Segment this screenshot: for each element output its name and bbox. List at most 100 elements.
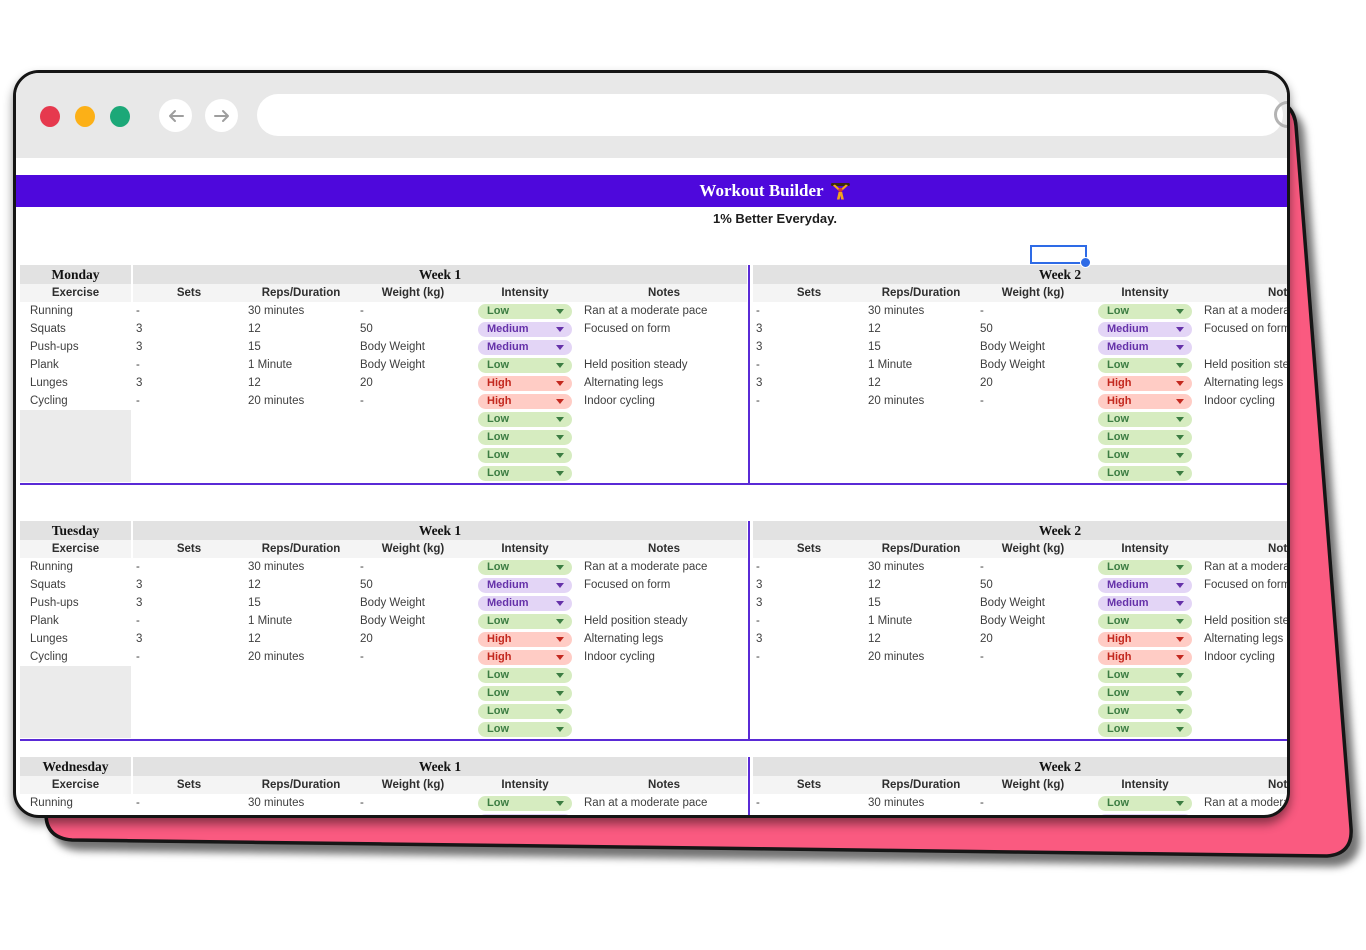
weight-cell[interactable]: 50 [977,812,1089,818]
reps-cell[interactable]: 30 minutes [865,302,977,320]
weight-cell[interactable]: Body Weight [977,612,1089,630]
exercise-name-cell[interactable]: Push-ups [20,594,131,612]
reps-cell[interactable]: 12 [865,630,977,648]
sets-cell[interactable]: - [753,794,865,812]
sets-cell[interactable]: 3 [133,812,245,818]
intensity-dropdown[interactable]: Low [1098,412,1192,427]
weight-cell[interactable]: 50 [977,320,1089,338]
reps-cell[interactable]: 1 Minute [865,356,977,374]
weight-cell[interactable]: 20 [357,630,469,648]
intensity-dropdown[interactable]: Low [478,704,572,719]
weight-cell[interactable]: Body Weight [977,356,1089,374]
intensity-dropdown[interactable]: Low [1098,358,1192,373]
intensity-dropdown[interactable]: Low [1098,796,1192,811]
intensity-dropdown[interactable]: High [1098,376,1192,391]
exercise-name-cell[interactable]: Push-ups [20,338,131,356]
reps-cell[interactable]: 30 minutes [245,794,357,812]
traffic-light-minimize-button[interactable] [75,106,95,127]
sets-cell[interactable]: 3 [753,320,865,338]
sets-cell[interactable]: 3 [753,630,865,648]
intensity-dropdown[interactable]: Low [478,686,572,701]
exercise-name-cell[interactable]: Cycling [20,392,131,410]
reps-cell[interactable]: 12 [865,374,977,392]
sets-cell[interactable]: 3 [753,594,865,612]
intensity-dropdown[interactable]: Low [1098,430,1192,445]
notes-cell[interactable]: Ran at a moderate pace [1201,558,1287,576]
empty-exercise-cell[interactable] [20,464,131,482]
sets-cell[interactable]: 3 [133,320,245,338]
intensity-dropdown[interactable]: Low [1098,560,1192,575]
sets-cell[interactable]: - [133,558,245,576]
exercise-name-cell[interactable]: Cycling [20,648,131,666]
notes-cell[interactable]: Indoor cycling [1201,392,1287,410]
traffic-light-close-button[interactable] [40,106,60,127]
notes-cell[interactable]: Alternating legs [1201,374,1287,392]
notes-cell[interactable]: Focused on form [1201,320,1287,338]
intensity-dropdown[interactable]: Medium [478,596,572,611]
sets-cell[interactable]: - [753,558,865,576]
reps-cell[interactable]: 15 [865,338,977,356]
notes-cell[interactable]: Alternating legs [1201,630,1287,648]
sets-cell[interactable]: - [753,392,865,410]
notes-cell[interactable]: Ran at a moderate pace [581,794,747,812]
sets-cell[interactable]: 3 [753,576,865,594]
weight-cell[interactable]: 20 [357,374,469,392]
sets-cell[interactable]: - [133,302,245,320]
reps-cell[interactable]: 30 minutes [865,794,977,812]
reps-cell[interactable]: 20 minutes [865,648,977,666]
intensity-dropdown[interactable]: Low [478,614,572,629]
weight-cell[interactable]: 50 [977,576,1089,594]
exercise-name-cell[interactable]: Running [20,794,131,812]
notes-cell[interactable]: Focused on form [581,576,747,594]
reps-cell[interactable]: 12 [865,576,977,594]
sets-cell[interactable]: 3 [133,594,245,612]
sets-cell[interactable]: 3 [133,338,245,356]
weight-cell[interactable]: - [357,392,469,410]
intensity-dropdown[interactable]: Medium [478,340,572,355]
sets-cell[interactable]: 3 [753,374,865,392]
sets-cell[interactable]: - [133,648,245,666]
forward-button[interactable] [205,99,238,132]
notes-cell[interactable]: Held position steady [581,356,747,374]
intensity-dropdown[interactable]: Low [478,668,572,683]
intensity-dropdown[interactable]: Medium [1098,596,1192,611]
intensity-dropdown[interactable]: Low [1098,466,1192,481]
reps-cell[interactable]: 12 [245,320,357,338]
sets-cell[interactable]: 3 [133,374,245,392]
sets-cell[interactable]: - [133,392,245,410]
intensity-dropdown[interactable]: Medium [478,814,572,819]
exercise-name-cell[interactable]: Squats [20,576,131,594]
intensity-dropdown[interactable]: Low [478,304,572,319]
exercise-name-cell[interactable]: Plank [20,612,131,630]
empty-exercise-cell[interactable] [20,684,131,702]
reps-cell[interactable]: 30 minutes [245,558,357,576]
intensity-dropdown[interactable]: Medium [1098,340,1192,355]
intensity-dropdown[interactable]: Low [478,560,572,575]
notes-cell[interactable]: Alternating legs [581,630,747,648]
weight-cell[interactable]: 50 [357,812,469,818]
intensity-dropdown[interactable]: Low [478,796,572,811]
intensity-dropdown[interactable]: Low [1098,614,1192,629]
weight-cell[interactable]: - [357,648,469,666]
exercise-name-cell[interactable]: Squats [20,812,131,818]
intensity-dropdown[interactable]: Low [1098,686,1192,701]
exercise-name-cell[interactable]: Running [20,302,131,320]
reps-cell[interactable]: 12 [865,320,977,338]
exercise-name-cell[interactable]: Squats [20,320,131,338]
intensity-dropdown[interactable]: Low [1098,668,1192,683]
exercise-name-cell[interactable]: Running [20,558,131,576]
intensity-dropdown[interactable]: Low [478,412,572,427]
sets-cell[interactable]: - [753,302,865,320]
intensity-dropdown[interactable]: Low [1098,448,1192,463]
notes-cell[interactable]: Focused on form [581,812,747,818]
exercise-name-cell[interactable]: Plank [20,356,131,374]
reps-cell[interactable]: 15 [245,594,357,612]
weight-cell[interactable]: - [357,302,469,320]
weight-cell[interactable]: - [357,794,469,812]
reps-cell[interactable]: 20 minutes [865,392,977,410]
empty-exercise-cell[interactable] [20,666,131,684]
notes-cell[interactable]: Focused on form [581,320,747,338]
weight-cell[interactable]: - [977,648,1089,666]
sets-cell[interactable]: 3 [753,338,865,356]
notes-cell[interactable]: Ran at a moderate pace [581,558,747,576]
